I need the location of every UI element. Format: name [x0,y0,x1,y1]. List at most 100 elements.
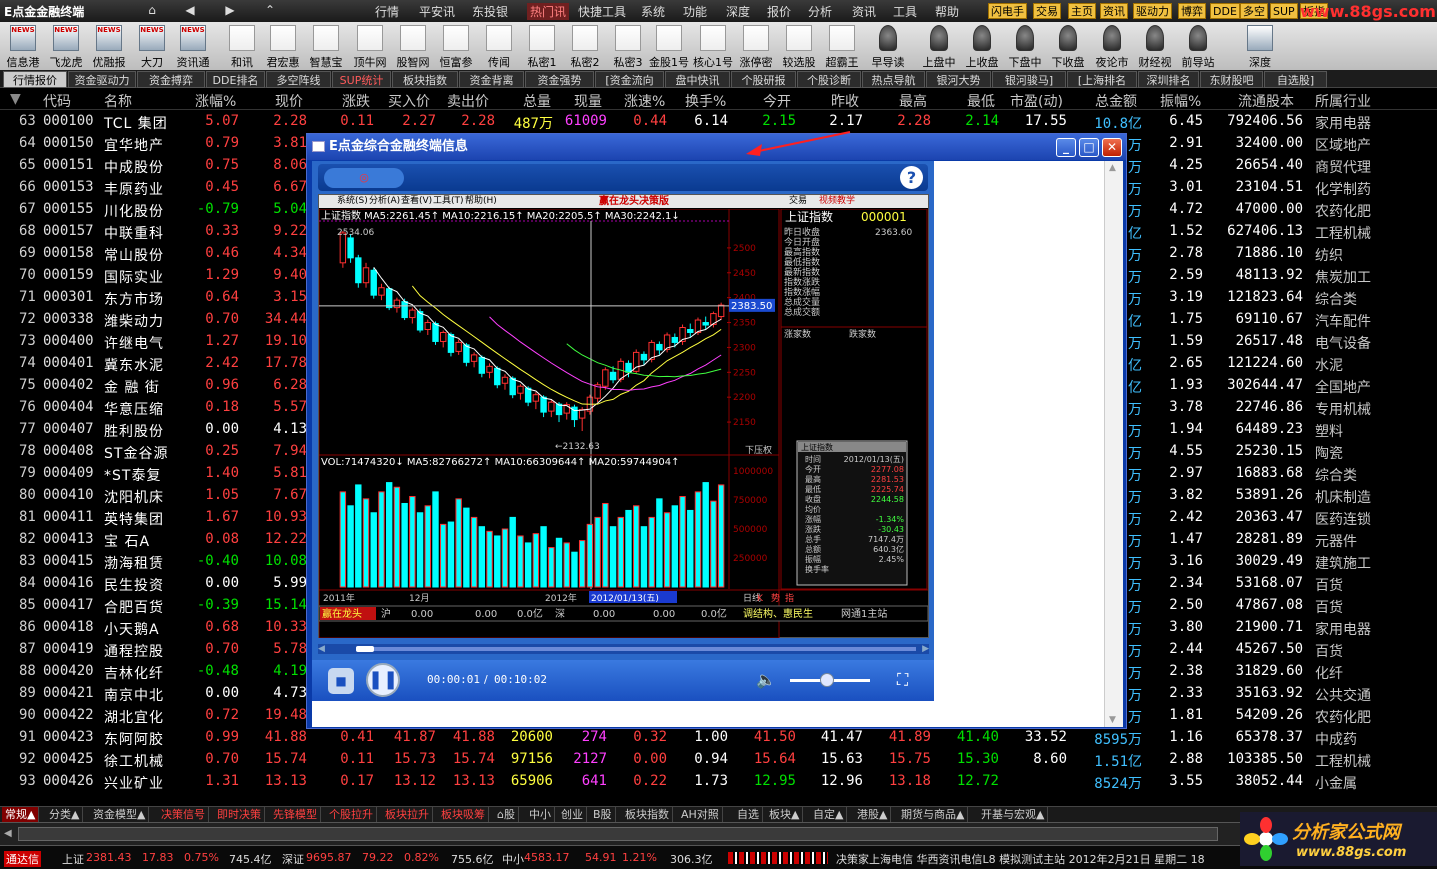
toolbar-button-17[interactable]: 涨停密 [736,24,776,69]
menu-3[interactable]: 热门讯 [527,3,570,20]
tab-2[interactable]: 资金搏弈 [137,71,205,88]
seek-right-icon[interactable]: ▶ [922,644,929,654]
column-header-15[interactable]: 市盈(动) [1010,91,1063,111]
tab-12[interactable]: 个股诊断 [797,71,861,88]
bottom-tab-5[interactable]: 先锋模型 [270,807,321,823]
toolbar-button-21[interactable]: 上盘中 [919,24,959,69]
seek-left-icon[interactable]: ◀ [318,644,325,654]
tab-9[interactable]: [资金流向 [595,71,664,88]
bottom-tab-1[interactable]: 分类▲ [46,807,84,823]
toolbar-button-25[interactable]: 夜论市 [1092,24,1132,69]
seek-handle[interactable] [356,646,374,652]
column-header-11[interactable]: 今开 [763,91,791,111]
tab-19[interactable]: 自选股] [1264,71,1327,88]
column-header-19[interactable]: 所属行业 [1315,91,1371,111]
column-header-1[interactable]: 名称 [104,91,132,111]
toolbar-button-16[interactable]: 核心1号 [693,24,733,69]
toolbar-button-24[interactable]: 下收盘 [1048,24,1088,69]
tab-10[interactable]: 盘中快讯 [665,71,730,88]
toolbar-button-13[interactable]: 私密2 [565,24,605,69]
forward-button[interactable]: ▶ [216,1,244,20]
pause-icon[interactable]: ❚❚ [366,663,400,697]
menu-5[interactable]: 系统 [641,3,665,20]
scroll-track[interactable] [18,827,1218,841]
collapse-button[interactable]: ⌃ [256,1,284,20]
bottom-tab-7[interactable]: 板块拉升 [382,807,433,823]
tab-16[interactable]: [上海排名 [1067,71,1137,88]
toolbar-button-19[interactable]: 超霸王 [822,24,862,69]
volume-handle[interactable] [820,673,834,687]
menu-10[interactable]: 资讯 [852,3,876,20]
top-tag-4[interactable]: 驱动力 [1133,3,1172,19]
bottom-tab-9[interactable]: ⌂股 [494,807,519,823]
toolbar-button-11[interactable]: 传闻 [479,24,519,69]
bottom-tab-6[interactable]: 个股拉升 [326,807,377,823]
column-header-14[interactable]: 最低 [967,91,995,111]
column-header-16[interactable]: 总金额 [1095,91,1137,111]
column-header-10[interactable]: 换手% [685,91,726,111]
toolbar-button-14[interactable]: 私密3 [608,24,648,69]
menu-12[interactable]: 帮助 [935,3,959,20]
bottom-tab-8[interactable]: 板块吸筹 [438,807,489,823]
toolbar-button-7[interactable]: 智慧宝 [306,24,346,69]
dialog-scrollbar[interactable]: ▲ ▼ [1104,161,1123,727]
menu-0[interactable]: 行情 [375,3,399,20]
top-tag-5[interactable]: 博弈 [1178,3,1206,19]
column-header-8[interactable]: 现量 [574,91,602,111]
table-row[interactable]: 93 000426 兴业矿业 1.31 13.13 0.17 13.12 13.13 65906… [0,770,1437,792]
tab-14[interactable]: 银河大势 [926,71,991,88]
home-button[interactable]: ⌂ [138,1,166,20]
tab-13[interactable]: 热点导航 [862,71,925,88]
top-tag-8[interactable]: SUP [1270,3,1298,19]
menu-11[interactable]: 工具 [893,3,917,20]
toolbar-button-6[interactable]: 君宏惠 [263,24,303,69]
dialog-titlebar[interactable]: E点金综合金融终端信息 _ □ ✕ [307,134,1126,160]
toolbar-button-22[interactable]: 上收盘 [962,24,1002,69]
top-tag-1[interactable]: 交易 [1033,3,1061,19]
tab-0[interactable]: 行情报价 [3,71,67,88]
toolbar-button-28[interactable]: 深度 [1240,24,1280,69]
column-header-9[interactable]: 涨速% [624,91,665,111]
column-header-12[interactable]: 昨收 [831,91,859,111]
column-header-17[interactable]: 振幅% [1160,91,1201,111]
toolbar-button-8[interactable]: 顶牛网 [350,24,390,69]
bottom-tab-4[interactable]: 即时决策 [214,807,265,823]
toolbar-button-15[interactable]: 金股1号 [649,24,689,69]
column-header-7[interactable]: 总量 [523,91,551,111]
menu-2[interactable]: 东投银 [472,3,508,20]
table-row[interactable]: 91 000423 东阿阿胶 0.99 41.88 0.41 41.87 41.88 20600… [0,726,1437,748]
bottom-tab-20[interactable]: 开基与宏观▲ [978,807,1049,823]
bottom-tab-2[interactable]: 资金模型▲ [90,807,150,823]
tab-5[interactable]: SUP统计 [332,71,391,88]
menu-7[interactable]: 深度 [726,3,750,20]
toolbar-button-20[interactable]: 早导读 [868,24,908,69]
tab-15[interactable]: 银河骏马] [992,71,1066,88]
tab-7[interactable]: 资金背离 [459,71,524,88]
menu-4[interactable]: 快捷工具 [578,3,626,20]
toolbar-button-12[interactable]: 私密1 [522,24,562,69]
bottom-tab-15[interactable]: 自选 [734,807,763,823]
table-row[interactable]: 92 000425 徐工机械 0.70 15.74 0.11 15.73 15.74 97156… [0,748,1437,770]
seek-track[interactable] [356,647,916,651]
toolbar-button-2[interactable]: NEWS 优融报 [89,24,129,69]
toolbar-button-0[interactable]: NEWS 信息港 [3,24,43,69]
top-tag-6[interactable]: DDE [1210,3,1240,19]
toolbar-button-27[interactable]: 前导站 [1178,24,1218,69]
toolbar-button-1[interactable]: NEWS 飞龙虎 [46,24,86,69]
tab-3[interactable]: DDE排名 [206,71,265,88]
bottom-tab-14[interactable]: AH对照 [678,807,723,823]
bottom-tab-13[interactable]: 板块指数 [622,807,673,823]
scroll-up-icon[interactable]: ▲ [1109,163,1116,173]
maximize-button[interactable]: □ [1079,138,1099,157]
tab-17[interactable]: 深圳排名 [1138,71,1199,88]
sort-icon[interactable]: ▼ [10,91,21,107]
column-header-13[interactable]: 最高 [899,91,927,111]
toolbar-button-26[interactable]: 财经视 [1135,24,1175,69]
tab-11[interactable]: 个股研报 [731,71,796,88]
toolbar-button-10[interactable]: 恒富参 [436,24,476,69]
scroll-down-icon[interactable]: ▼ [1109,715,1116,725]
bottom-tab-10[interactable]: 中小 [526,807,555,823]
column-header-18[interactable]: 流通股本 [1238,91,1294,111]
bottom-tab-11[interactable]: 创业 [558,807,587,823]
seek-bar[interactable]: ◀ ▶ [318,644,929,654]
